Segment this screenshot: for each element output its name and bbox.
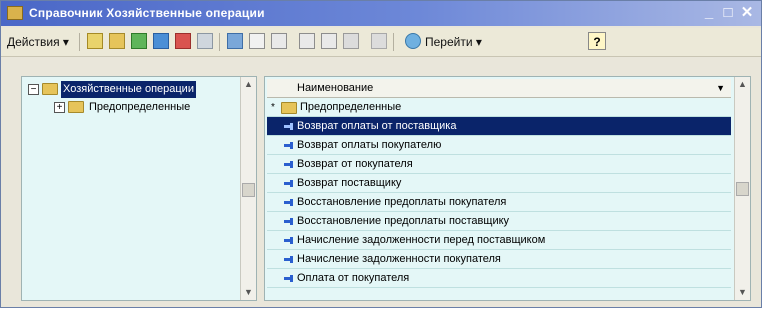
tree-item-predefined[interactable]: + Предопределенные	[54, 99, 234, 116]
item-icon	[284, 256, 293, 263]
folder-icon	[68, 101, 84, 113]
actions-menu-label: Действия	[7, 35, 60, 49]
refresh-icon[interactable]	[249, 33, 265, 49]
list-row[interactable]: Восстановление предоплаты покупателя	[267, 193, 731, 212]
expand-icon[interactable]: +	[54, 102, 65, 113]
item-icon	[284, 218, 293, 225]
sort-icon[interactable]	[271, 33, 287, 49]
close-button[interactable]: ✕	[738, 4, 756, 22]
tree-panel: − Хозяйственные операции + Предопределен…	[21, 76, 257, 301]
list-row-label: Восстановление предоплаты поставщику	[297, 215, 510, 227]
delete-icon[interactable]	[175, 33, 191, 49]
list-row-label: Начисление задолженности перед поставщик…	[297, 234, 546, 246]
item-icon	[284, 275, 293, 282]
tree-item-label: Хозяйственные операции	[61, 81, 196, 98]
list-panel: Наименование ▼ * Предопределенные Возвра…	[264, 76, 751, 301]
edit-icon[interactable]	[153, 33, 169, 49]
folder-icon	[42, 83, 58, 95]
maximize-button[interactable]: □	[719, 4, 737, 22]
disable-filter-icon[interactable]	[371, 33, 387, 49]
star-icon: *	[271, 102, 275, 113]
column-name-header[interactable]: Наименование	[297, 79, 373, 97]
go-icon[interactable]	[405, 33, 421, 49]
hierarchy-icon[interactable]	[227, 33, 243, 49]
copy-icon[interactable]	[131, 33, 147, 49]
tree-item-root[interactable]: − Хозяйственные операции	[28, 81, 236, 98]
goto-menu-button[interactable]: Перейти ▾	[425, 32, 482, 52]
list-row-label: Возврат поставщику	[297, 177, 402, 189]
list-row-label: Возврат от покупателя	[297, 158, 413, 170]
catalog-icon	[7, 6, 23, 20]
scroll-thumb[interactable]	[736, 182, 749, 196]
list-row-label: Предопределенные	[300, 101, 402, 113]
title-bar[interactable]: Справочник Хозяйственные операции _ □ ✕	[1, 1, 761, 26]
list-row[interactable]: Восстановление предоплаты поставщику	[267, 212, 731, 231]
toolbar-separator	[219, 33, 220, 51]
window-title: Справочник Хозяйственные операции	[29, 6, 265, 20]
list-row-label: Восстановление предоплаты покупателя	[297, 196, 507, 208]
list-row-folder[interactable]: * Предопределенные	[267, 98, 731, 117]
scroll-thumb[interactable]	[242, 183, 255, 197]
list-row[interactable]: Возврат поставщику	[267, 174, 731, 193]
list-row-label: Начисление задолженности покупателя	[297, 253, 501, 265]
mark-delete-icon[interactable]	[197, 33, 213, 49]
scroll-up-icon[interactable]: ▲	[735, 77, 750, 92]
scroll-down-icon[interactable]: ▼	[241, 285, 256, 300]
help-button[interactable]: ?	[588, 32, 606, 50]
toolbar: Действия ▾ Перейти ▾ ?	[1, 28, 761, 57]
item-icon	[284, 180, 293, 187]
list-row-label: Возврат оплаты покупателю	[297, 139, 442, 151]
minimize-button[interactable]: _	[700, 4, 718, 22]
list-row[interactable]: Оплата от покупателя	[267, 269, 731, 288]
window: Справочник Хозяйственные операции _ □ ✕ …	[0, 0, 762, 308]
toolbar-separator	[393, 33, 394, 51]
item-icon	[284, 123, 293, 130]
tree-scrollbar[interactable]: ▲ ▼	[240, 77, 256, 300]
filter-icon[interactable]	[299, 33, 315, 49]
header-dropdown-icon[interactable]: ▼	[716, 79, 725, 97]
list-row-label: Оплата от покупателя	[297, 272, 410, 284]
list-header[interactable]: Наименование ▼	[267, 79, 731, 98]
scroll-down-icon[interactable]: ▼	[735, 285, 750, 300]
filter-history-icon[interactable]	[343, 33, 359, 49]
list-row[interactable]: Начисление задолженности покупателя	[267, 250, 731, 269]
item-icon	[284, 199, 293, 206]
folder-icon	[281, 102, 297, 114]
add-icon[interactable]	[87, 33, 103, 49]
item-icon	[284, 237, 293, 244]
list-row[interactable]: Начисление задолженности перед поставщик…	[267, 231, 731, 250]
list-row-label: Возврат оплаты от поставщика	[297, 120, 457, 132]
filter-by-value-icon[interactable]	[321, 33, 337, 49]
item-icon	[284, 142, 293, 149]
list-row[interactable]: Возврат оплаты от поставщика	[267, 117, 731, 136]
item-icon	[284, 161, 293, 168]
list-scrollbar[interactable]: ▲ ▼	[734, 77, 750, 300]
toolbar-separator	[79, 33, 80, 51]
tree-item-label: Предопределенные	[89, 101, 191, 113]
actions-menu-button[interactable]: Действия ▾	[7, 32, 69, 52]
add-group-icon[interactable]	[109, 33, 125, 49]
scroll-up-icon[interactable]: ▲	[241, 77, 256, 92]
goto-menu-label: Перейти	[425, 35, 473, 49]
list-row[interactable]: Возврат от покупателя	[267, 155, 731, 174]
collapse-icon[interactable]: −	[28, 84, 39, 95]
list-row[interactable]: Возврат оплаты покупателю	[267, 136, 731, 155]
